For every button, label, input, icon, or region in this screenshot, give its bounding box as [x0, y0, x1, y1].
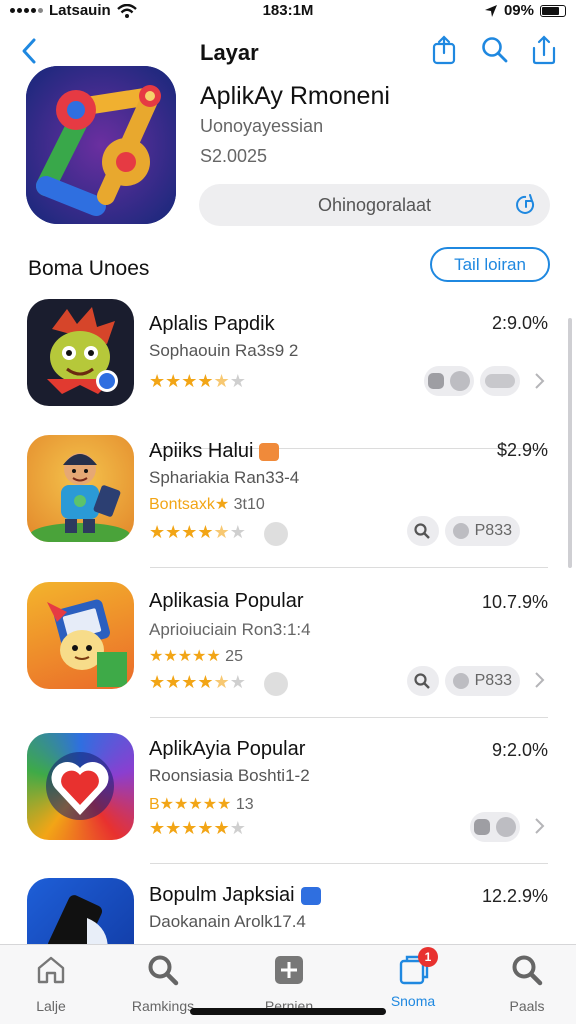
search-icon[interactable]: [480, 34, 508, 66]
rating-stars: ★★★★★★: [149, 818, 246, 838]
chip-toggle[interactable]: [480, 366, 520, 396]
status-bar: Latsauin 183:1M 09%: [0, 0, 576, 24]
tab-label: Paals: [509, 998, 545, 1014]
rating-stars: ★★★★★★: [149, 672, 246, 692]
avatar-icon: [264, 522, 288, 546]
chip-copy[interactable]: [424, 366, 474, 396]
app-price: $2.9%: [496, 440, 548, 460]
tag-icon: [300, 886, 321, 905]
app-price: 10.7.9%: [481, 592, 548, 612]
chevron-right-icon: [535, 818, 545, 834]
music-icon: [450, 371, 470, 391]
app-name: AplikAy Rmoneni: [200, 82, 390, 110]
upload-icon[interactable]: [530, 34, 558, 66]
tab-search[interactable]: Paals: [472, 953, 576, 1014]
tab-home[interactable]: Lalje: [0, 953, 106, 1014]
app-subtitle: Roonsiasia Boshti1-2: [149, 766, 310, 785]
chevron-right-icon: [535, 672, 545, 688]
copy-icon: [474, 819, 490, 835]
app-developer: Uonoyayessian: [200, 116, 324, 136]
search-icon: [148, 955, 179, 986]
rating-stars: ★★★★★★: [149, 371, 246, 391]
badge-text: Bontsaxk★ 3t10: [149, 496, 265, 513]
app-price: S2.0025: [200, 146, 268, 166]
app-name: Apiiks Halui: [149, 440, 280, 463]
app-price: 12.2.9%: [481, 886, 548, 906]
page-title: Layar: [200, 40, 259, 65]
chip-search[interactable]: [406, 666, 439, 696]
rating-stars: ★★★★★★: [149, 522, 246, 542]
chip-copy[interactable]: [470, 812, 520, 842]
app-price: 2:9.0%: [491, 313, 548, 333]
app-subtitle: Sophaouin Ra3s9 2: [149, 341, 299, 360]
chevron-left-icon[interactable]: [18, 36, 42, 66]
app-thumbnail: [27, 435, 134, 542]
search-icon: [414, 523, 430, 539]
share-icon[interactable]: [430, 34, 458, 66]
tab-premium[interactable]: Pernien: [234, 953, 344, 1014]
home-indicator: [190, 1008, 386, 1015]
app-thumbnail: [27, 582, 134, 689]
app-name: Bopulm Japksiai: [149, 884, 321, 907]
pass-icon: [452, 523, 469, 539]
toggle-icon: [485, 374, 515, 388]
app-subtitle: Aprioiuciain Ron3:1:4: [149, 620, 311, 639]
badge-text: B★★★★★ 13: [149, 796, 254, 813]
list-item[interactable]: Aplikasia Popular Aprioiuciain Ron3:1:4 …: [0, 568, 576, 718]
section-title: Boma Unoes: [28, 257, 150, 280]
app-thumbnail: [27, 733, 134, 840]
pass-icon: [452, 673, 469, 689]
tab-apps[interactable]: 1 Snoma: [358, 947, 468, 1009]
battery-icon: [540, 4, 566, 17]
search-icon: [512, 955, 543, 986]
app-name: Aplalis Papdik: [149, 313, 275, 335]
tag-icon: [259, 442, 280, 461]
home-icon: [37, 956, 65, 984]
chip-pass[interactable]: P833: [444, 666, 520, 696]
chip-search[interactable]: [406, 516, 439, 546]
search-icon: [414, 673, 430, 689]
get-button-label: Ohinogoralaat: [317, 195, 432, 215]
app-price: 9:2.0%: [491, 740, 548, 760]
app-subtitle: Sphariakia Ran33-4: [149, 468, 300, 487]
copy-icon: [428, 373, 444, 389]
battery-percent: 09%: [503, 2, 534, 19]
badge-text: ★★★★★ 25: [149, 648, 243, 665]
see-all-button[interactable]: Tail loiran: [430, 247, 550, 282]
tab-label: Snoma: [390, 993, 436, 1009]
app-name: Aplikasia Popular: [149, 590, 304, 612]
app-icon: [26, 66, 176, 224]
chip-pass[interactable]: P833: [444, 516, 520, 546]
list-item[interactable]: AplikAyia Popular Roonsiasia Boshti1-2 9…: [0, 718, 576, 864]
close-icon: [496, 817, 516, 837]
plus-icon: [275, 956, 303, 984]
app-thumbnail: [27, 878, 134, 944]
avatar-icon: [264, 672, 288, 696]
refresh-icon: [516, 194, 535, 214]
list-item[interactable]: Apiiks Halui Sphariakia Ran33-4 $2.9% Bo…: [0, 418, 576, 568]
chevron-right-icon: [535, 373, 545, 389]
app-name: AplikAyia Popular: [149, 738, 306, 760]
location-icon: [484, 4, 497, 17]
app-subtitle: Daokanain Arolk17.4: [149, 912, 306, 931]
tab-label: Lalje: [36, 998, 66, 1014]
tab-rankings[interactable]: Ramkings: [108, 953, 218, 1014]
app-thumbnail: [27, 299, 134, 406]
list-item[interactable]: Bopulm Japksiai Daokanain Arolk17.4 12.2…: [0, 864, 576, 944]
get-button[interactable]: Ohinogoralaat: [199, 184, 550, 226]
notification-badge: 1: [418, 947, 438, 967]
